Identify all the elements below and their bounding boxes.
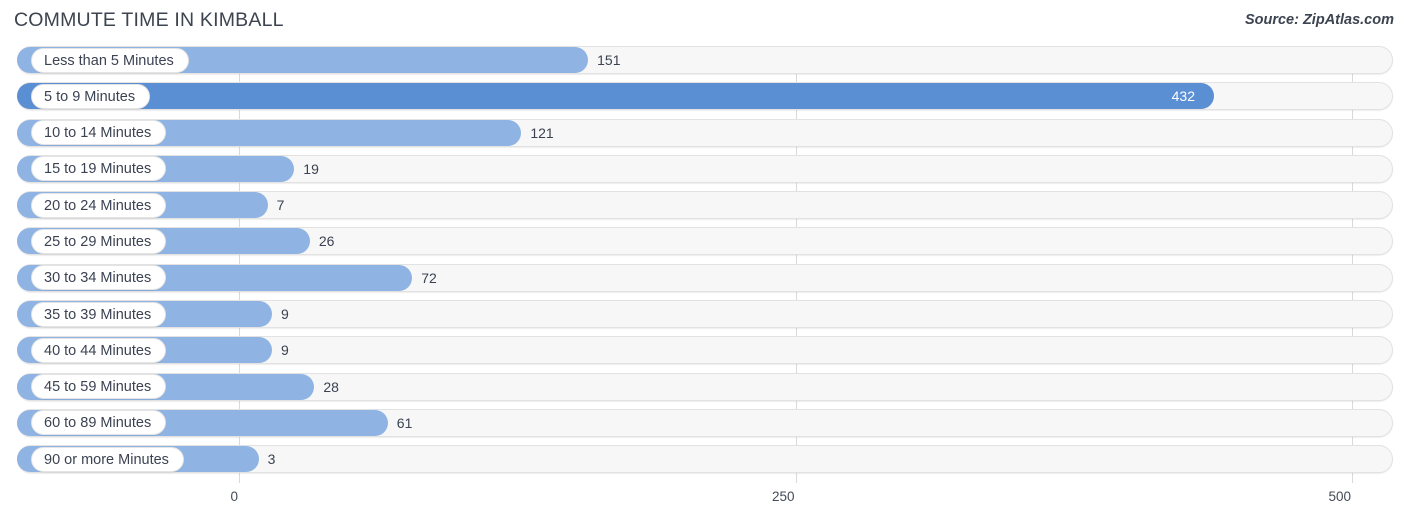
bar-value-inside: 432 — [1171, 88, 1195, 105]
category-label: 35 to 39 Minutes — [31, 301, 167, 327]
bar-value-label: 7 — [276, 197, 285, 214]
bar-value-label: 9 — [281, 342, 289, 359]
bar-row[interactable]: Less than 5 Minutes 151 — [0, 44, 1406, 80]
bar-row[interactable]: 5 to 9 Minutes 432 — [0, 80, 1406, 116]
bar-row[interactable]: 10 to 14 Minutes 121 — [0, 117, 1406, 153]
bar-row[interactable]: 30 to 34 Minutes 72 — [0, 262, 1406, 298]
category-label: 10 to 14 Minutes — [31, 120, 167, 146]
category-label: 15 to 19 Minutes — [31, 156, 167, 182]
category-label: 20 to 24 Minutes — [31, 192, 167, 218]
bar-rows: Less than 5 Minutes 151 5 to 9 Minutes 432 1… — [0, 44, 1406, 480]
bar-row[interactable]: 25 to 29 Minutes 26 — [0, 225, 1406, 261]
x-tick-500: 500 — [1328, 489, 1351, 504]
bar-row[interactable]: 60 to 89 Minutes 61 — [0, 407, 1406, 443]
bar-value-label: 19 — [303, 160, 319, 177]
category-label: 30 to 34 Minutes — [31, 265, 167, 291]
bar-row[interactable]: 35 to 39 Minutes 9 — [0, 298, 1406, 334]
x-tick-0: 0 — [230, 489, 238, 504]
bar-row[interactable]: 90 or more Minutes 3 — [0, 443, 1406, 479]
category-label: 60 to 89 Minutes — [31, 410, 167, 436]
bar-row[interactable]: 20 to 24 Minutes 7 — [0, 189, 1406, 225]
bar-value-label: 28 — [323, 378, 339, 395]
x-axis: 0 250 500 — [0, 485, 1406, 522]
category-label: 45 to 59 Minutes — [31, 374, 167, 400]
bar-value-label: 72 — [421, 269, 437, 286]
category-label: 40 to 44 Minutes — [31, 337, 167, 363]
chart-plot-area: Less than 5 Minutes 151 5 to 9 Minutes 432 1… — [0, 44, 1406, 485]
bar-row[interactable]: 15 to 19 Minutes 19 — [0, 153, 1406, 189]
bar-fill — [17, 83, 1214, 110]
x-tick-250: 250 — [771, 489, 795, 504]
source-attribution: Source: ZipAtlas.com — [1244, 12, 1394, 28]
bar-value-label: 3 — [267, 451, 276, 468]
bar-row[interactable]: 40 to 44 Minutes 9 — [0, 334, 1406, 370]
bar-value-label: 121 — [530, 124, 554, 141]
bar-value-label: 26 — [318, 233, 335, 250]
category-label: 25 to 29 Minutes — [31, 228, 167, 254]
category-label: Less than 5 Minutes — [31, 47, 189, 73]
chart-header: COMMUTE TIME IN KIMBALL Source: ZipAtlas… — [0, 0, 1406, 44]
bar-value-label: 61 — [396, 414, 413, 431]
category-label: 5 to 9 Minutes — [31, 83, 151, 109]
bar-value-label: 151 — [597, 52, 621, 68]
bar-value-label: 9 — [281, 306, 289, 323]
page-title: COMMUTE TIME IN KIMBALL — [14, 9, 284, 31]
category-label: 90 or more Minutes — [31, 446, 184, 472]
bar-row[interactable]: 45 to 59 Minutes 28 — [0, 371, 1406, 407]
